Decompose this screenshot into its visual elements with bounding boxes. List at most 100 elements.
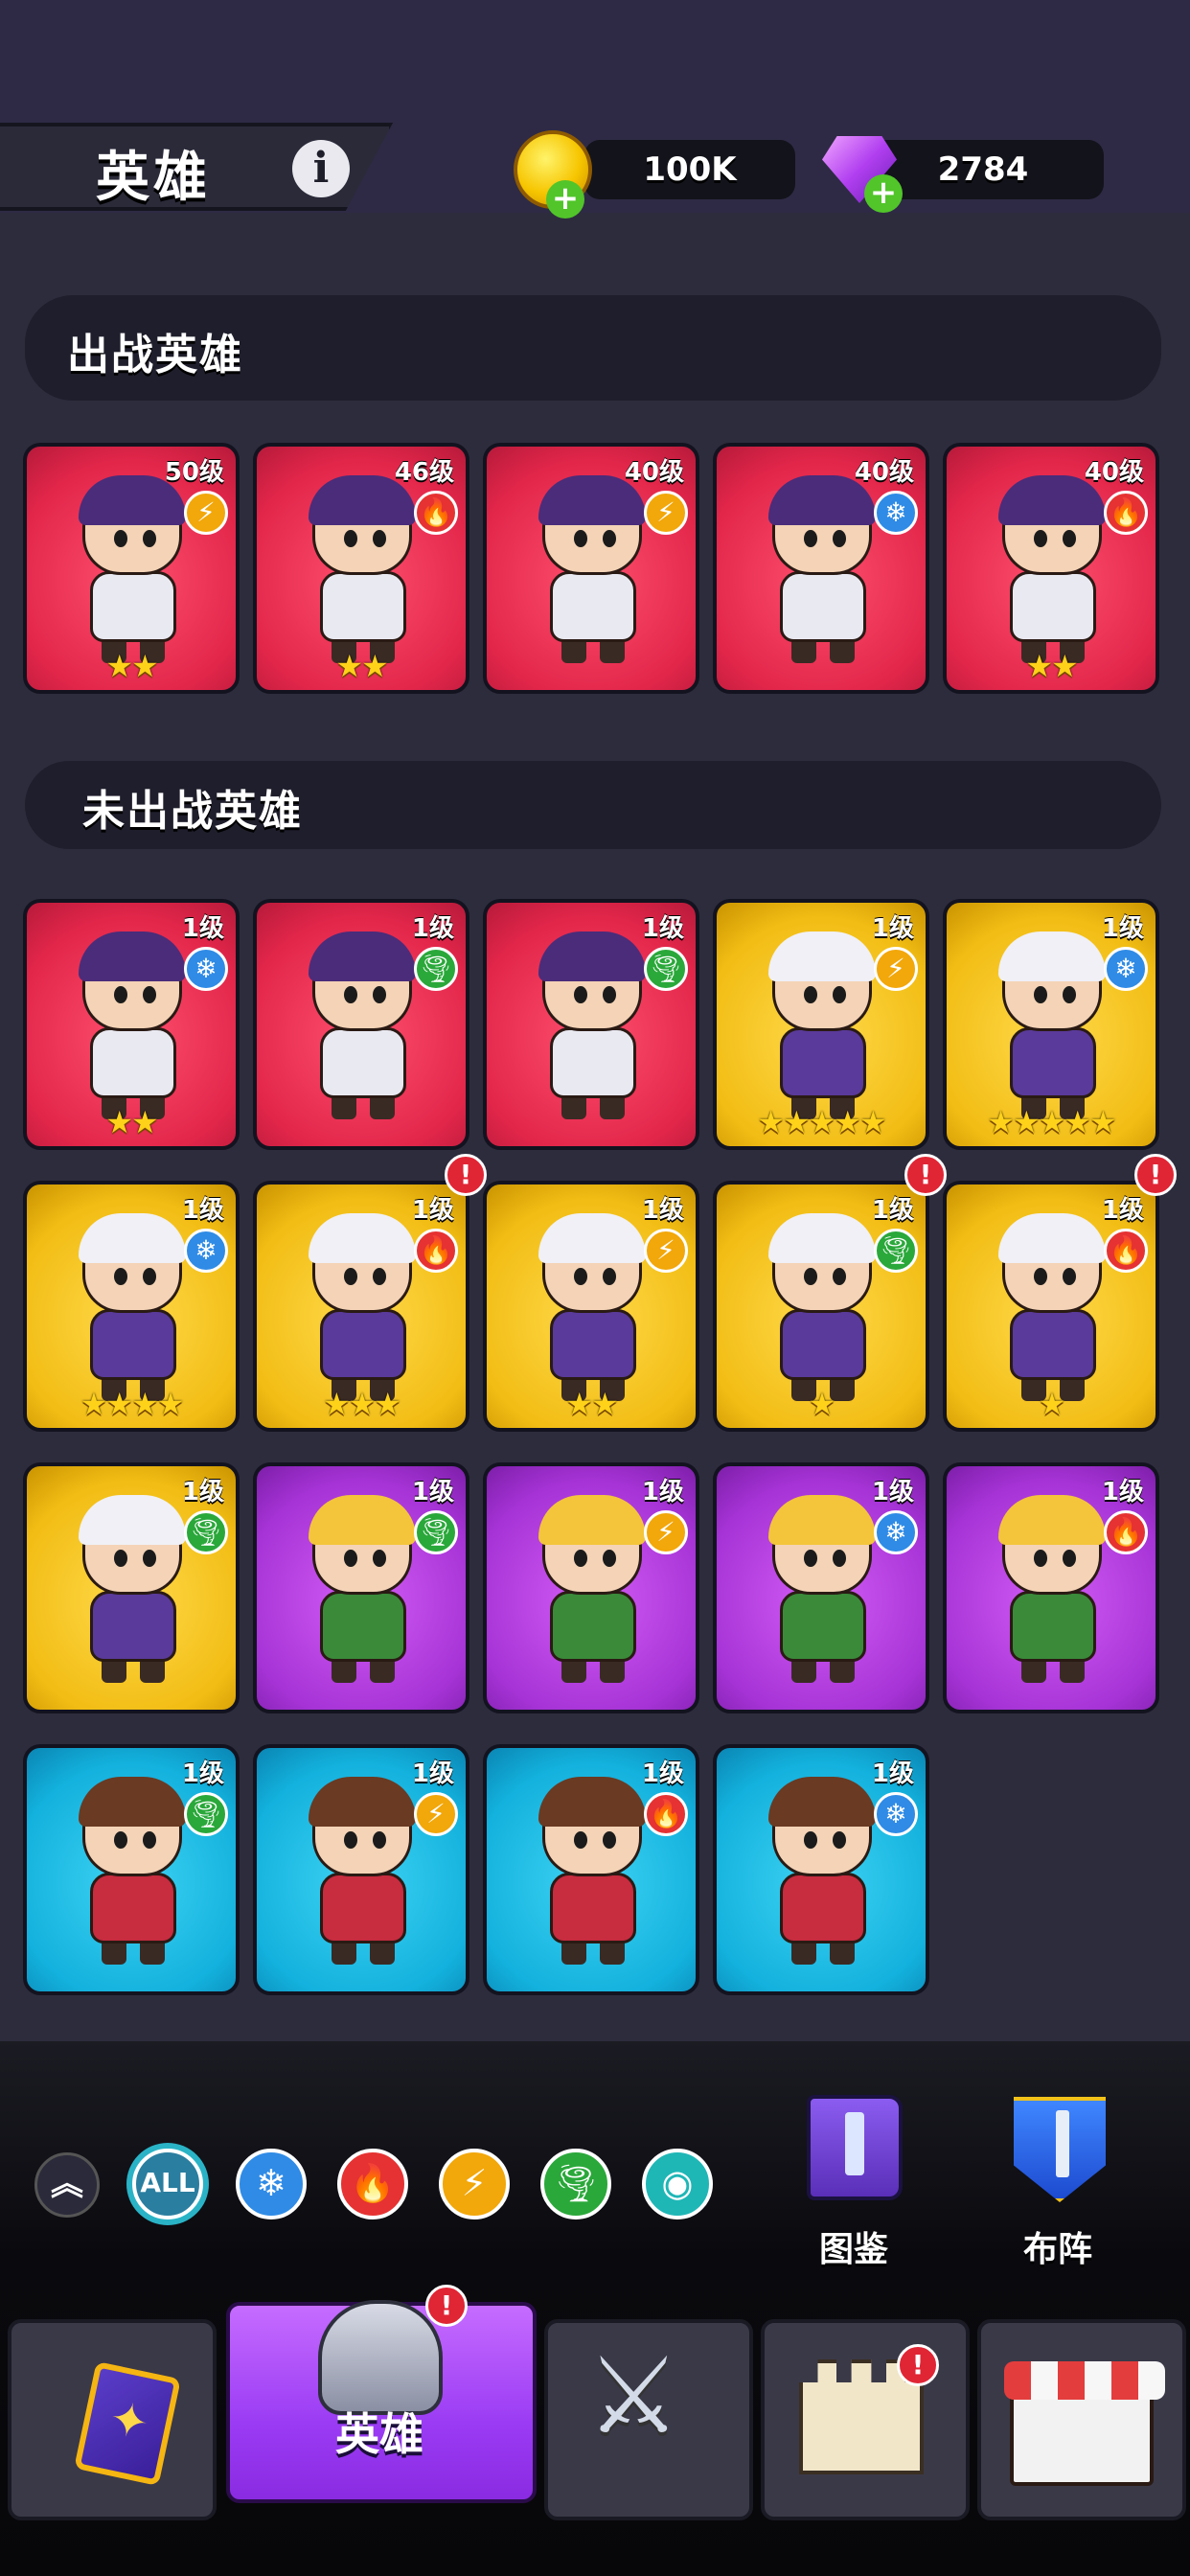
hero-star-rating: ★★ [1025, 648, 1078, 684]
hero-level: 1级 [641, 1760, 684, 1788]
hero-level: 1级 [181, 914, 224, 943]
lightning-element-icon: ⚡ [644, 1510, 688, 1554]
heroes-alert-badge: ! [425, 2285, 468, 2327]
hero-alert-badge: ! [445, 1154, 487, 1196]
deployed_heroes-hero-card[interactable]: 46级 🔥 ★★ [253, 443, 469, 694]
filter-wind-button[interactable]: 🌪 [540, 2149, 611, 2220]
undeployed_heroes-hero-card[interactable]: 1级 ⚡ [483, 1462, 699, 1714]
filter-all-button[interactable]: ALL [132, 2149, 203, 2220]
hero-level: 40级 [1084, 458, 1144, 487]
hero-portrait [985, 1213, 1119, 1403]
undeployed_heroes-hero-card[interactable]: 1级 🔥 [943, 1462, 1159, 1714]
hero-portrait [985, 475, 1119, 665]
codex-book-icon[interactable] [807, 2095, 903, 2200]
hero-portrait [755, 475, 889, 665]
fire-element-icon: 🔥 [414, 491, 458, 535]
hero-level: 1级 [871, 1478, 914, 1506]
hero-portrait [65, 932, 199, 1121]
hero-level: 46级 [394, 458, 454, 487]
hero-level: 40级 [854, 458, 914, 487]
undeployed_heroes-hero-card[interactable]: 1级 🔥 ★★★ [253, 1181, 469, 1432]
undeployed_heroes-hero-card[interactable]: 1级 🌪 ★ [713, 1181, 929, 1432]
hero-level: 1级 [181, 1478, 224, 1506]
undeployed_heroes-hero-card[interactable]: 1级 🌪 [483, 899, 699, 1150]
castle-alert-badge: ! [897, 2344, 939, 2386]
undeployed_heroes-hero-card[interactable]: 1级 🌪 [23, 1744, 240, 1995]
hero-portrait [525, 932, 659, 1121]
coin-amount: 100K [643, 150, 737, 189]
hero-level: 1级 [1101, 914, 1144, 943]
undeployed_heroes-hero-card[interactable]: 1级 ⚡ ★★ [483, 1181, 699, 1432]
undeployed_heroes-hero-card[interactable]: 1级 🔥 ★ [943, 1181, 1159, 1432]
deployed_heroes-hero-card[interactable]: 40级 ❄ [713, 443, 929, 694]
coin-add-icon[interactable] [514, 130, 592, 218]
undeployed_heroes-hero-card[interactable]: 1级 ⚡ ★★★★★ [713, 899, 929, 1150]
hero-level: 1级 [1101, 1196, 1144, 1225]
hero-level: 1级 [871, 1196, 914, 1225]
hero-portrait [295, 1777, 429, 1966]
undeployed_heroes-hero-card[interactable]: 1级 🌪 [253, 1462, 469, 1714]
undeployed_heroes-hero-card[interactable]: 1级 ❄ [713, 1744, 929, 1995]
hero-star-rating: ★★ [335, 648, 388, 684]
hero-level: 1级 [871, 1760, 914, 1788]
info-icon[interactable]: i [292, 140, 350, 197]
filter-lightning-button[interactable]: ⚡ [439, 2149, 510, 2220]
codex-label[interactable]: 图鉴 [819, 2221, 888, 2271]
lightning-element-icon: ⚡ [644, 1229, 688, 1273]
wind-element-icon: 🌪 [414, 1510, 458, 1554]
hero-portrait [65, 475, 199, 665]
hero-star-rating: ★★★★ [80, 1386, 185, 1422]
deployed_heroes-hero-card[interactable]: 40级 🔥 ★★ [943, 443, 1159, 694]
fire-element-icon: 🔥 [1104, 1510, 1148, 1554]
ice-element-icon: ❄ [184, 1229, 228, 1273]
filter-eye-button[interactable]: ◉ [642, 2149, 713, 2220]
undeployed_heroes-hero-card[interactable]: 1级 🔥 [483, 1744, 699, 1995]
undeployed_heroes-hero-card[interactable]: 1级 ❄ ★★★★ [23, 1181, 240, 1432]
shop-icon [1004, 2361, 1165, 2486]
hero-level: 1级 [411, 1760, 454, 1788]
hero-portrait [525, 1495, 659, 1685]
coin-counter[interactable]: 100K [584, 140, 795, 199]
nav-heroes-label: 英雄 [335, 2408, 423, 2460]
deployed_heroes-hero-card[interactable]: 50级 ⚡ ★★ [23, 443, 240, 694]
hero-portrait [65, 1495, 199, 1685]
gem-add-icon[interactable]: + [864, 174, 903, 213]
hero-portrait [525, 1777, 659, 1966]
undeployed_heroes-hero-card[interactable]: 1级 🌪 [23, 1462, 240, 1714]
hero-portrait [755, 1777, 889, 1966]
collapse-filter-button[interactable]: ︽ [34, 2152, 100, 2218]
ice-element-icon: ❄ [874, 1792, 918, 1836]
wind-element-icon: 🌪 [414, 947, 458, 991]
formation-label[interactable]: 布阵 [1023, 2221, 1092, 2271]
ice-element-icon: ❄ [874, 1510, 918, 1554]
ice-element-icon: ❄ [874, 491, 918, 535]
hero-level: 1级 [181, 1196, 224, 1225]
hero-star-rating: ★★ [105, 648, 158, 684]
helmet-icon [318, 2300, 443, 2415]
undeployed_heroes-hero-card[interactable]: 1级 ❄ ★★ [23, 899, 240, 1150]
fire-element-icon: 🔥 [1104, 491, 1148, 535]
undeployed_heroes-hero-card[interactable]: 1级 🌪 [253, 899, 469, 1150]
hero-level: 1级 [641, 1478, 684, 1506]
hero-star-rating: ★★★★★ [757, 1104, 886, 1140]
deployed_heroes-hero-card[interactable]: 40级 ⚡ [483, 443, 699, 694]
hero-portrait [755, 1495, 889, 1685]
hero-star-rating: ★★ [105, 1104, 158, 1140]
filter-fire-button[interactable]: 🔥 [337, 2149, 408, 2220]
undeployed_heroes-hero-card[interactable]: 1级 ❄ [713, 1462, 929, 1714]
wind-element-icon: 🌪 [184, 1510, 228, 1554]
lightning-element-icon: ⚡ [414, 1792, 458, 1836]
undeployed-heroes-title: 未出战英雄 [82, 787, 303, 836]
undeployed_heroes-hero-card[interactable]: 1级 ❄ ★★★★★ [943, 899, 1159, 1150]
hero-portrait [65, 1777, 199, 1966]
lightning-element-icon: ⚡ [874, 947, 918, 991]
fire-element-icon: 🔥 [1104, 1229, 1148, 1273]
hero-portrait [985, 1495, 1119, 1685]
undeployed_heroes-hero-card[interactable]: 1级 ⚡ [253, 1744, 469, 1995]
fire-element-icon: 🔥 [644, 1792, 688, 1836]
hero-level: 1级 [181, 1760, 224, 1788]
lightning-element-icon: ⚡ [644, 491, 688, 535]
filter-ice-button[interactable]: ❄ [236, 2149, 307, 2220]
crossed-swords-icon: ⚔ [586, 2334, 681, 2457]
hero-level: 50级 [164, 458, 224, 487]
